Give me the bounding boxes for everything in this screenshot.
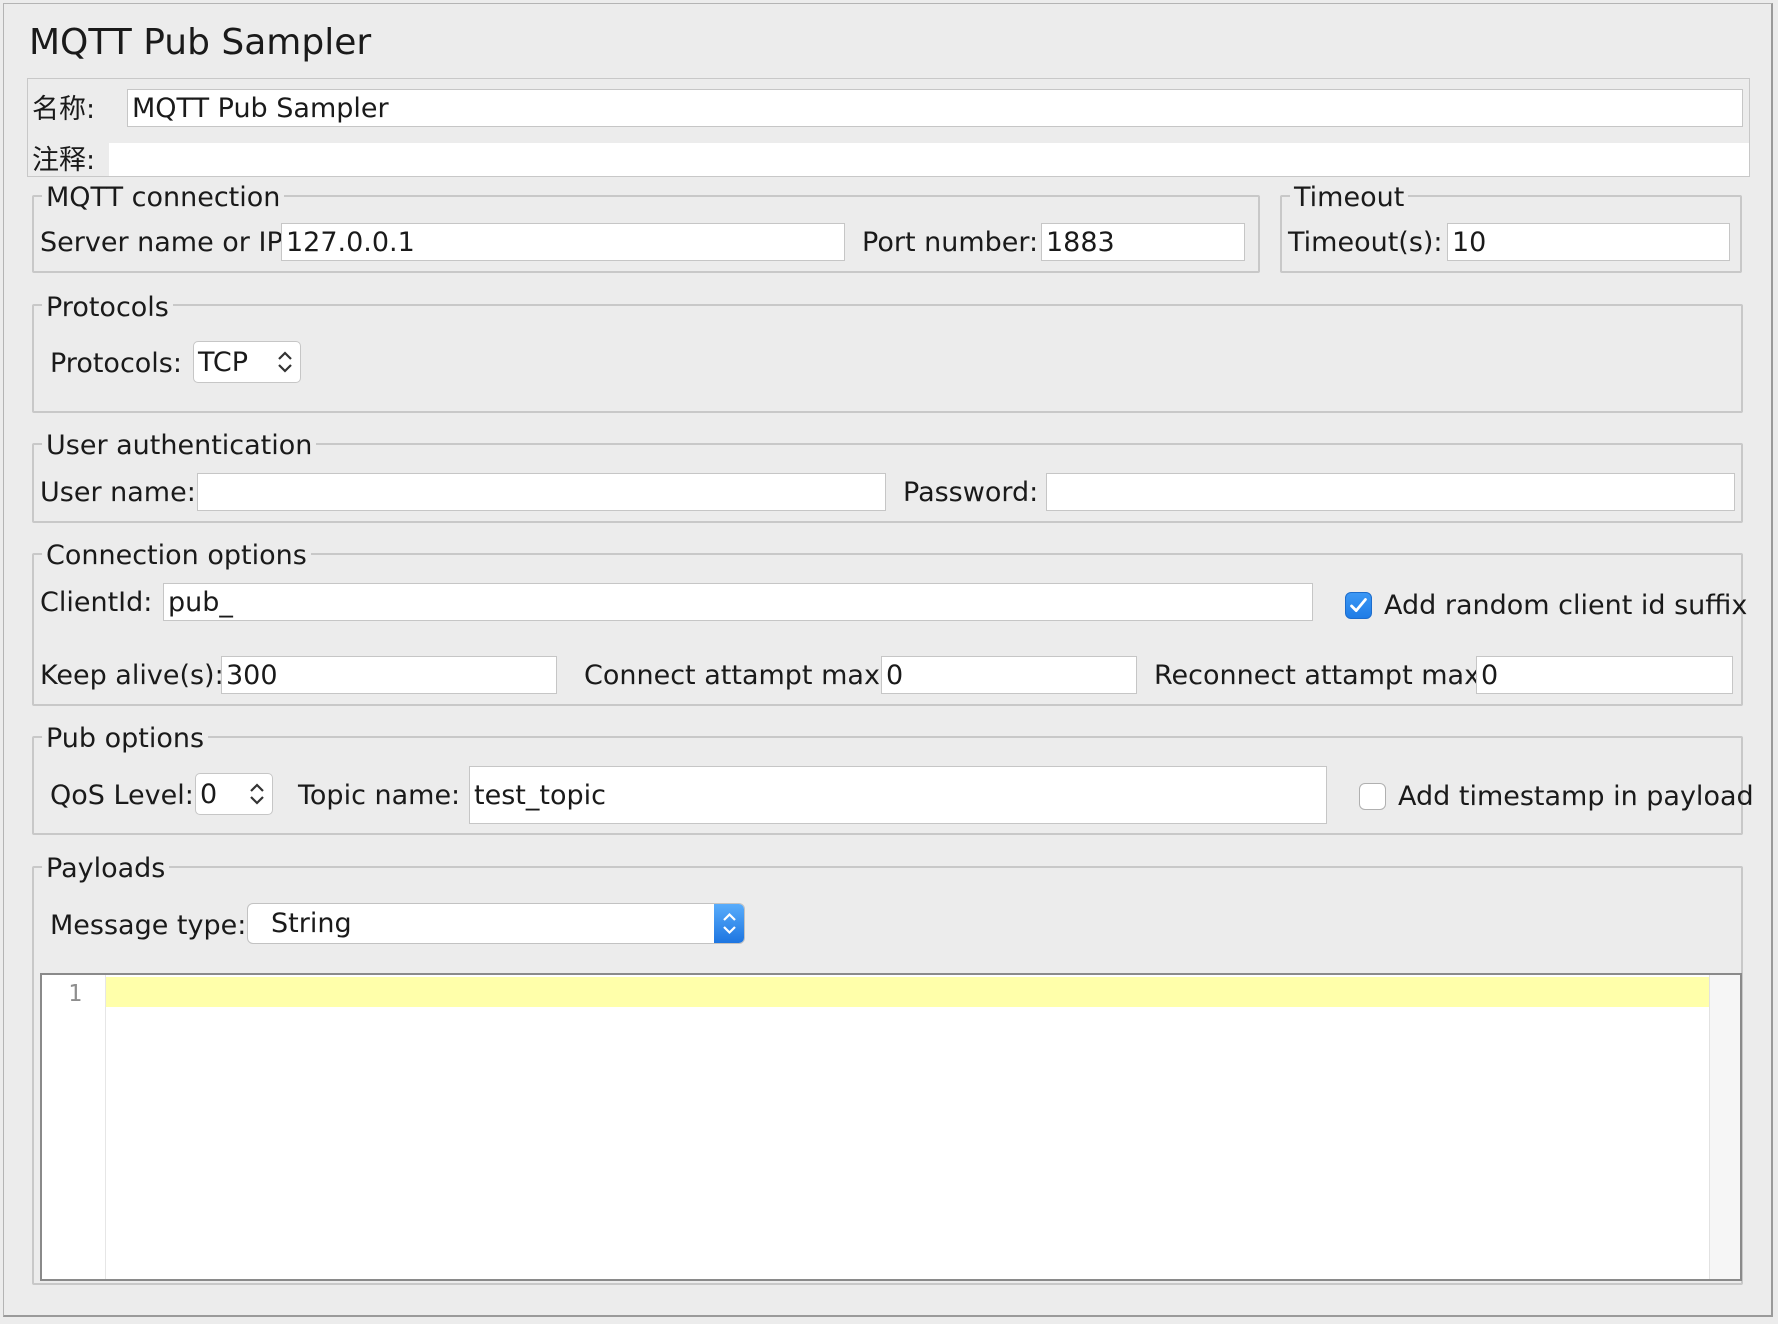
server-input[interactable]: 127.0.0.1 [281, 223, 845, 261]
password-label: Password: [903, 477, 1039, 508]
protocols-value: TCP [198, 346, 249, 378]
server-label: Server name or IP: [40, 227, 292, 258]
clientid-label: ClientId: [40, 587, 153, 618]
keepalive-label: Keep alive(s): [40, 660, 224, 691]
qos-spinner[interactable]: 0 [195, 773, 273, 815]
message-type-select[interactable]: String [247, 903, 745, 944]
name-input[interactable]: MQTT Pub Sampler [127, 89, 1743, 127]
reconnect-max-input[interactable]: 0 [1476, 656, 1733, 694]
reconnect-max-label: Reconnect attampt max: [1154, 660, 1490, 691]
message-type-label: Message type: [50, 910, 247, 941]
port-input[interactable]: 1883 [1041, 223, 1245, 261]
checkmark-icon [1350, 598, 1367, 612]
keepalive-input[interactable]: 300 [221, 656, 557, 694]
comment-label: 注释: [32, 145, 96, 176]
name-label: 名称: [32, 94, 96, 125]
connection-options-legend: Connection options [42, 542, 311, 569]
clientid-input[interactable]: pub_ [163, 583, 1313, 621]
up-down-arrows-icon[interactable] [274, 347, 296, 377]
qos-value: 0 [200, 778, 218, 810]
user-auth-legend: User authentication [42, 432, 317, 459]
username-input[interactable] [197, 473, 886, 511]
timestamp-checkbox[interactable] [1359, 783, 1386, 810]
payloads-legend: Payloads [42, 855, 170, 882]
random-suffix-label: Add random client id suffix [1384, 590, 1748, 621]
current-line-highlight [106, 977, 1710, 1007]
message-type-value: String [271, 908, 352, 939]
password-input[interactable] [1046, 473, 1735, 511]
protocols-spinner[interactable]: TCP [193, 341, 301, 383]
protocols-label: Protocols: [50, 348, 182, 379]
timeout-input[interactable]: 10 [1447, 223, 1730, 261]
up-down-arrows-icon[interactable] [246, 779, 268, 809]
page-title: MQTT Pub Sampler [29, 22, 372, 63]
timeout-label: Timeout(s): [1288, 227, 1443, 258]
port-label: Port number: [862, 227, 1039, 258]
topic-label: Topic name: [298, 780, 461, 811]
line-number-gutter: 1 [42, 975, 106, 1279]
mqtt-connection-legend: MQTT connection [42, 184, 285, 211]
protocols-legend: Protocols [42, 294, 173, 321]
connect-max-input[interactable]: 0 [881, 656, 1137, 694]
random-suffix-checkbox[interactable] [1345, 592, 1372, 619]
select-arrow-button[interactable] [714, 904, 744, 943]
line-number: 1 [68, 981, 82, 1007]
comment-input[interactable] [109, 143, 1749, 176]
topic-input[interactable]: test_topic [469, 766, 1327, 824]
qos-label: QoS Level: [50, 780, 194, 811]
username-label: User name: [40, 477, 196, 508]
timeout-legend: Timeout [1290, 184, 1409, 211]
connect-max-label: Connect attampt max: [584, 660, 890, 691]
chevron-up-down-icon [723, 912, 736, 935]
payload-editor[interactable]: 1 [40, 973, 1742, 1281]
vertical-scrollbar[interactable] [1709, 975, 1740, 1279]
pub-options-legend: Pub options [42, 725, 209, 752]
timestamp-label: Add timestamp in payload [1398, 781, 1754, 812]
